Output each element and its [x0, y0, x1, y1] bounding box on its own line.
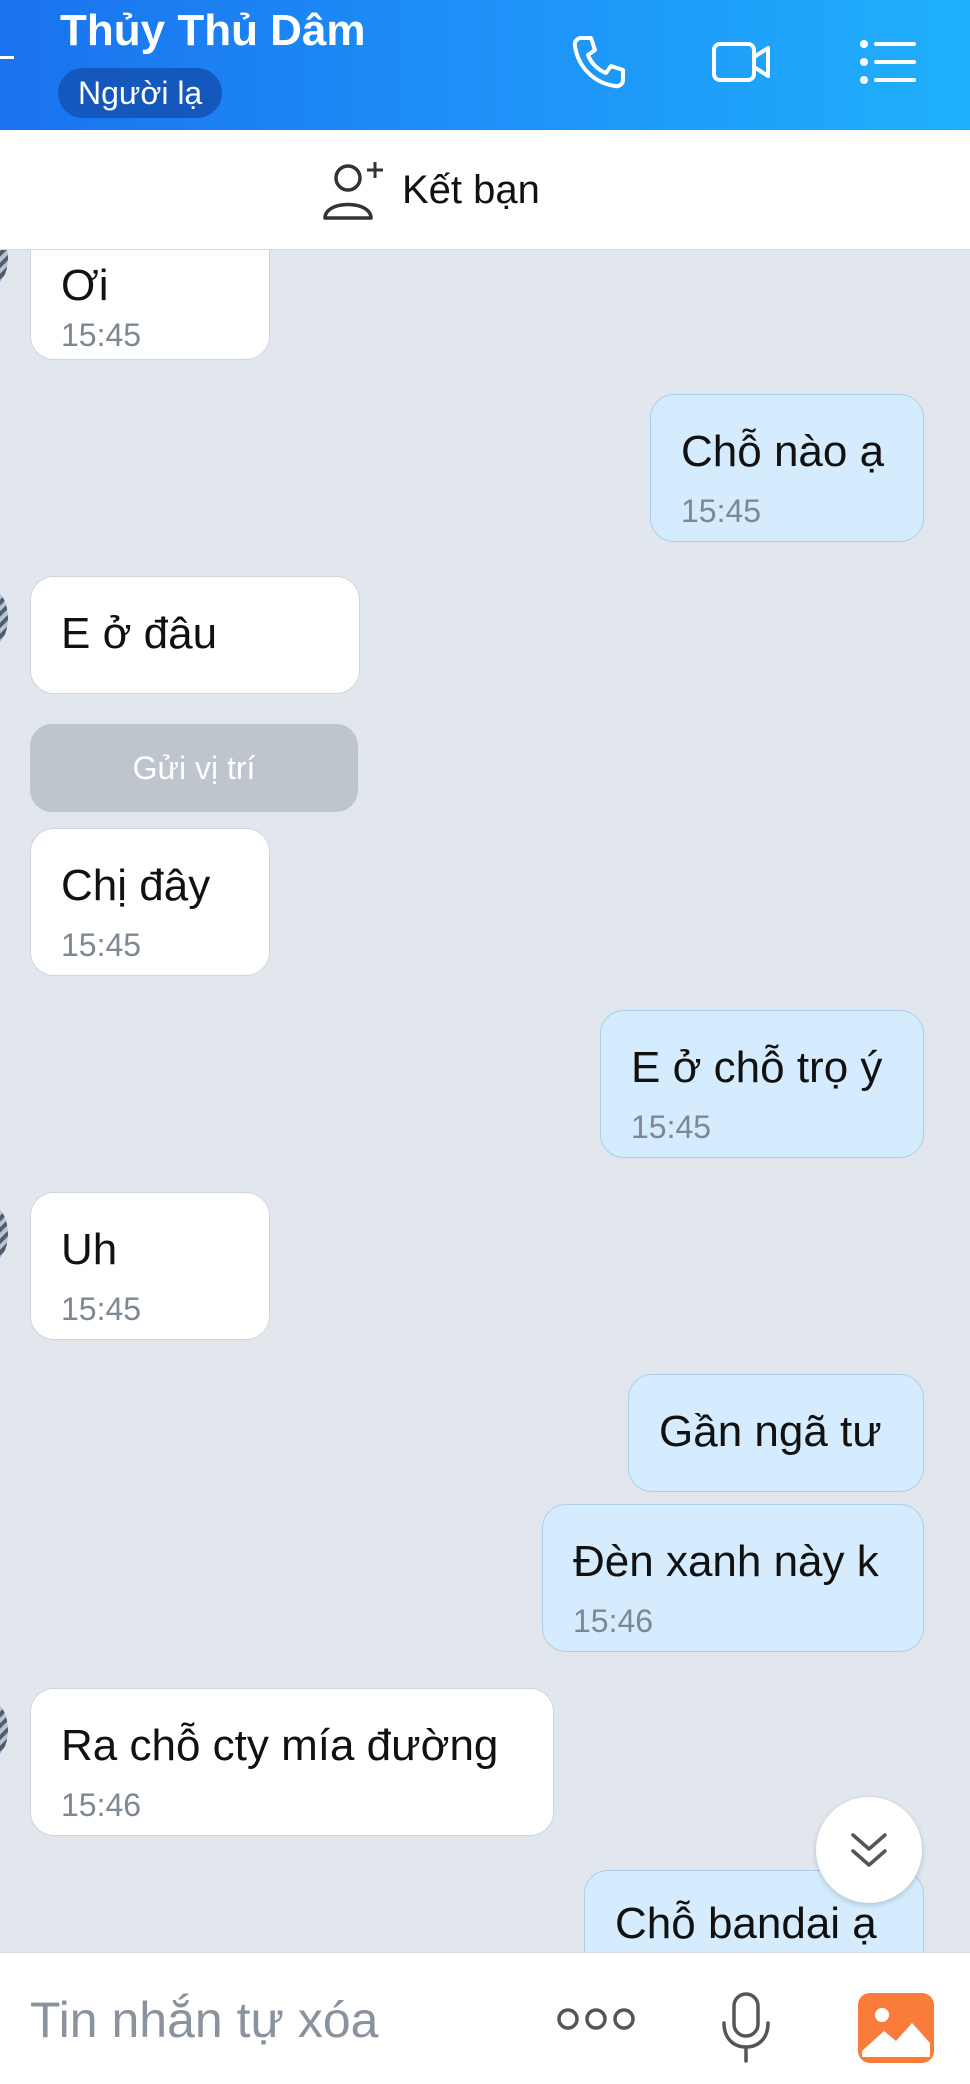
add-friend-button[interactable]: Kết bạn: [320, 158, 540, 222]
add-friend-bar: Kết bạn: [0, 130, 970, 250]
message-text: Ơi: [61, 261, 109, 310]
add-friend-icon: [323, 162, 383, 220]
message-time: 15:46: [61, 1787, 142, 1823]
add-friend-label: Kết bạn: [402, 167, 540, 212]
message-text: Gần ngã tư: [659, 1407, 882, 1456]
stranger-badge: Người lạ: [58, 68, 223, 118]
message-time: 15:45: [61, 317, 142, 353]
message-text: E ở đâu: [61, 609, 218, 658]
sender-avatar[interactable]: [0, 1206, 8, 1262]
video-call-icon[interactable]: [710, 30, 774, 94]
incoming-message[interactable]: E ở đâu: [30, 576, 360, 694]
message-text: Chị đây: [61, 861, 211, 910]
sender-avatar[interactable]: [0, 250, 8, 286]
incoming-message[interactable]: Uh 15:45: [30, 1192, 270, 1340]
incoming-message[interactable]: Ơi 15:45: [30, 250, 270, 360]
message-text: Uh: [61, 1225, 118, 1274]
more-options-icon[interactable]: [554, 1999, 638, 2039]
message-text: Chỗ nào ạ: [681, 427, 885, 476]
message-time: 15:45: [631, 1109, 712, 1145]
sender-avatar[interactable]: [0, 590, 8, 646]
message-input[interactable]: Tin nhắn tự xóa: [30, 1991, 379, 2049]
message-input-bar: Tin nhắn tự xóa: [0, 1952, 970, 2084]
incoming-message[interactable]: Chị đây 15:45: [30, 828, 270, 976]
message-text: Ra chỗ cty mía đường: [61, 1721, 499, 1770]
outgoing-message[interactable]: E ở chỗ trọ ý 15:45: [600, 1010, 924, 1158]
microphone-icon[interactable]: [718, 1991, 774, 2065]
message-text: Đèn xanh này k: [573, 1537, 879, 1586]
outgoing-message[interactable]: Gần ngã tư: [628, 1374, 924, 1492]
message-time: 15:45: [61, 927, 142, 963]
contact-name[interactable]: Thủy Thủ Dâm: [60, 6, 366, 56]
message-time: 15:46: [573, 1603, 654, 1639]
message-text: E ở chỗ trọ ý: [631, 1043, 883, 1092]
phone-icon[interactable]: [567, 30, 631, 94]
send-location-button[interactable]: Gửi vị trí: [30, 724, 358, 812]
scroll-to-bottom-button[interactable]: [816, 1797, 922, 1903]
menu-list-icon[interactable]: [856, 30, 920, 94]
double-chevron-down-icon: [851, 1833, 887, 1867]
sender-avatar[interactable]: [0, 1702, 8, 1758]
gallery-icon[interactable]: [858, 1993, 934, 2063]
outgoing-message[interactable]: Chỗ nào ạ 15:45: [650, 394, 924, 542]
message-time: 15:45: [61, 1291, 142, 1327]
back-arrow-icon[interactable]: [0, 56, 14, 59]
incoming-message[interactable]: Ra chỗ cty mía đường 15:46: [30, 1688, 554, 1836]
outgoing-message[interactable]: Đèn xanh này k 15:46: [542, 1504, 924, 1652]
message-text: Chỗ bandai ạ: [615, 1899, 877, 1948]
chat-header: Thủy Thủ Dâm Người lạ: [0, 0, 970, 130]
message-list[interactable]: Ơi 15:45 Chỗ nào ạ 15:45 E ở đâu Gửi vị …: [0, 250, 970, 1952]
message-time: 15:45: [681, 493, 762, 529]
